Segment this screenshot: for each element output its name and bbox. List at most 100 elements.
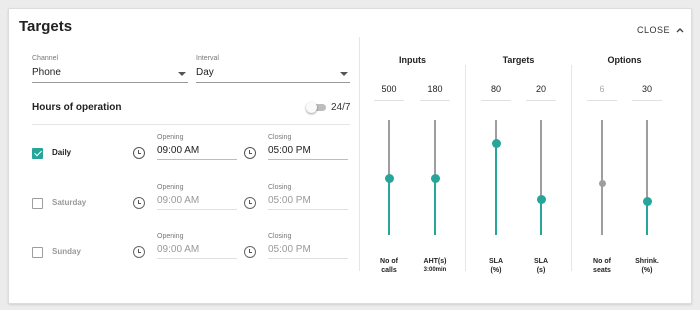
closing-label: Closing [268,233,292,240]
slider-track-inactive [646,120,648,202]
slider-label-line1: SLA [489,258,503,265]
opening-time-field[interactable]: 09:00 AM [157,195,199,206]
opening-time-field[interactable]: 09:00 AM [157,145,199,156]
close-label: CLOSE [637,25,671,35]
slider-label: Shrink. (%) [627,257,667,275]
opening-underline [157,209,237,210]
day-checkbox[interactable] [32,198,43,209]
slider-thumb[interactable] [430,174,440,184]
slider-track-active [388,178,390,235]
slider-value-field[interactable]: 20 [526,84,556,94]
day-checkbox[interactable] [32,148,43,159]
opening-label: Opening [157,233,184,240]
slider-value-field[interactable]: 180 [420,84,450,94]
slider-label-line1: No of [380,258,398,265]
closing-time-field[interactable]: 05:00 PM [268,195,311,206]
interval-value: Day [196,67,214,78]
closing-time-field[interactable]: 05:00 PM [268,244,311,255]
interval-underline [196,82,350,83]
slider-track-inactive [540,120,542,200]
group-divider [571,65,572,271]
slider-thumb[interactable] [536,194,546,204]
slider-label-line1: Shrink. [635,258,659,265]
opening-time-field[interactable]: 09:00 AM [157,244,199,255]
slider-value-underline [526,100,556,101]
channel-select[interactable]: Phone [32,65,188,83]
clock-icon[interactable] [244,147,256,159]
toggle-247[interactable] [306,102,328,113]
clock-icon[interactable] [133,147,145,159]
slider-label-line2: calls [381,267,397,274]
slider-label-line2: seats [593,267,611,274]
slider-track-active [646,201,648,235]
slider-label-line1: No of [593,258,611,265]
clock-icon[interactable] [133,246,145,258]
slider-label-line2: (%) [490,267,502,274]
group-title-options: Options [607,55,642,65]
slider-value-underline [587,100,617,101]
slider-label-sub: 3:00min [423,267,447,273]
slider-value-field[interactable]: 30 [632,84,662,94]
opening-underline [157,159,237,160]
slider-label-line1: AHT(s) [423,258,447,265]
day-label: Sunday [52,247,81,256]
slider-label: SLA (s) [521,257,561,275]
group-title-inputs: Inputs [399,55,426,65]
hours-divider [32,124,350,125]
slider-label: No of seats [582,257,622,275]
group-divider [465,65,466,271]
slider-track-active [601,183,603,235]
clock-icon[interactable] [244,197,256,209]
slider-label: SLA (%) [476,257,516,275]
slider-value-underline [420,100,450,101]
day-label: Daily [52,148,72,157]
closing-underline [268,258,348,259]
slider-track-inactive [601,120,603,184]
toggle-knob [306,102,317,113]
closing-underline [268,209,348,210]
interval-select[interactable]: Day [196,65,350,83]
opening-underline [157,258,237,259]
slider-value-field[interactable]: 80 [481,84,511,94]
slider-value-underline [374,100,404,101]
caret-down-icon [340,72,348,76]
slider-thumb[interactable] [642,197,652,207]
closing-underline [268,159,348,160]
slider-thumb[interactable] [491,138,501,148]
interval-label: Interval [196,55,219,62]
day-checkbox[interactable] [32,247,43,258]
closing-label: Closing [268,134,292,141]
targets-card: Targets CLOSE Channel Phone Interval Day… [8,8,692,304]
close-button[interactable]: CLOSE [637,25,684,35]
slider-label: No of calls [369,257,409,275]
slider-value-field[interactable]: 6 [587,84,617,94]
group-title-targets: Targets [502,55,535,65]
slider-label-line2: (%) [641,267,653,274]
card-title: Targets [19,18,73,35]
clock-icon[interactable] [133,197,145,209]
opening-label: Opening [157,134,184,141]
closing-time-field[interactable]: 05:00 PM [268,145,311,156]
slider-track-active [540,199,542,235]
slider-value-field[interactable]: 500 [374,84,404,94]
slider-label-line1: SLA [534,258,548,265]
clock-icon[interactable] [244,246,256,258]
slider-track-inactive [434,120,436,179]
slider-value-underline [481,100,511,101]
hours-title: Hours of operation [32,102,122,113]
closing-label: Closing [268,184,292,191]
slider-thumb[interactable] [598,179,606,187]
channel-underline [32,82,188,83]
toggle-247-label: 24/7 [331,102,351,113]
slider-track-inactive [388,120,390,179]
slider-label: AHT(s) 3:00min [415,257,455,275]
slider-thumb[interactable] [384,174,394,184]
caret-down-icon [178,72,186,76]
chevron-up-icon [676,28,684,33]
slider-label-line2: (s) [536,267,546,274]
slider-track-active [495,143,497,235]
channel-value: Phone [32,67,61,78]
opening-label: Opening [157,184,184,191]
day-label: Saturday [52,198,87,207]
slider-value-underline [632,100,662,101]
